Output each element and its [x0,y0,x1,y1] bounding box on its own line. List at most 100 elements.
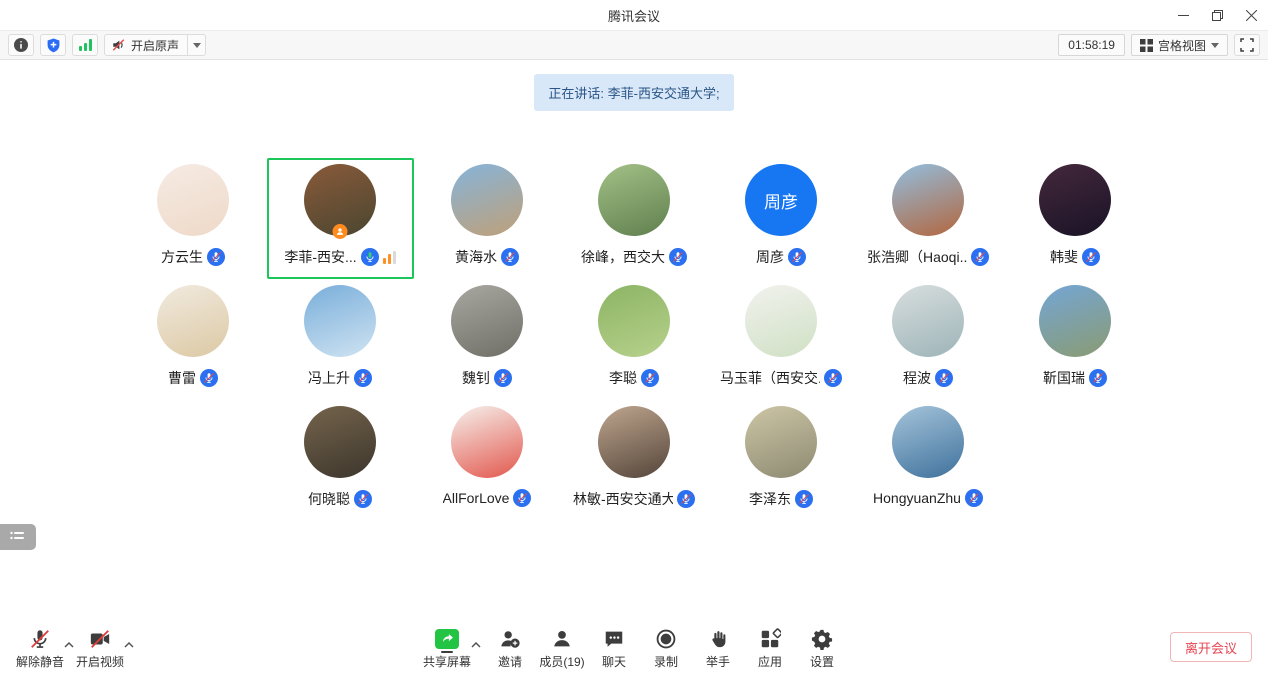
participant-name-row: 何晓聪 [308,489,372,509]
share-screen-icon [435,629,459,649]
participant-name-row: 李菲-西安... [284,247,395,267]
original-sound-dropdown[interactable] [187,35,205,55]
minimize-button[interactable] [1166,0,1200,30]
avatar [892,164,964,236]
security-shield-icon[interactable] [40,34,66,56]
bottom-toolbar-center: 共享屏幕 邀请 成员(19) 聊天 录制 举手 应用 [423,625,845,670]
bottom-toolbar-left: 解除静音 开启视频 [16,625,134,670]
toolbar-button-invite[interactable]: 邀请 [487,625,533,670]
participant-tile[interactable]: 马玉菲（西安交... [708,279,855,400]
toolbar-button-chat[interactable]: 聊天 [591,625,637,670]
original-sound-toggle[interactable]: 开启原声 [105,35,187,55]
list-icon [10,531,26,543]
mic-muted-icon[interactable] [788,248,806,266]
mic-muted-icon[interactable] [354,369,372,387]
toolbar-label: 开启视频 [76,653,124,670]
participant-tile[interactable]: 李聪 [561,279,708,400]
participant-name-row: 周彦 [756,247,806,267]
mic-muted-icon[interactable] [494,369,512,387]
toolbar-button-settings[interactable]: 设置 [799,625,845,670]
mic-muted-icon[interactable] [795,490,813,508]
participant-name: HongyuanZhu [873,490,961,506]
caret-up-icon[interactable] [124,625,134,653]
mic-speaking-icon[interactable] [361,248,379,266]
participant-name: 徐峰，西交大 [581,247,665,267]
participant-name: 冯上升 [308,368,350,388]
participant-tile[interactable]: 黄海水 [414,158,561,279]
participant-tile[interactable]: 方云生 [120,158,267,279]
settings-icon [811,628,833,650]
toolbar-item-group: 解除静音 [16,625,74,670]
toolbar-label: 解除静音 [16,653,64,670]
mic-muted-icon[interactable] [935,369,953,387]
participant-tile[interactable]: 周彦 周彦 [708,158,855,279]
view-mode-button[interactable]: 宫格视图 [1131,34,1228,56]
participant-name-row: 徐峰，西交大 [581,247,687,267]
mic-muted-icon[interactable] [501,248,519,266]
participant-tile[interactable]: AllForLove [414,400,561,521]
toolbar-button-record[interactable]: 录制 [643,625,689,670]
leave-meeting-button[interactable]: 离开会议 [1170,632,1252,662]
participant-name: AllForLove [443,490,510,506]
caret-up-icon[interactable] [471,625,481,653]
top-toolbar: 开启原声 01:58:19 宫格视图 [0,30,1268,60]
participant-tile[interactable]: 程波 [855,279,1002,400]
toolbar-item-group: 设置 [799,625,845,670]
speaking-banner: 正在讲话: 李菲-西安交通大学; [534,74,733,111]
participant-tile[interactable]: 曹雷 [120,279,267,400]
fullscreen-button[interactable] [1234,34,1260,56]
avatar [157,285,229,357]
participant-name-row: 方云生 [161,247,225,267]
mic-muted-icon[interactable] [641,369,659,387]
list-panel-toggle[interactable] [0,524,36,550]
mic-muted-icon[interactable] [824,369,842,387]
participant-tile[interactable]: HongyuanZhu [855,400,1002,521]
participant-tile[interactable]: 何晓聪 [267,400,414,521]
restore-button[interactable] [1200,0,1234,30]
mic-muted-icon[interactable] [971,248,989,266]
participant-name: 林敏-西安交通大... [573,489,673,509]
meeting-info-icon[interactable] [8,34,34,56]
participant-tile[interactable]: 魏钊 [414,279,561,400]
toolbar-button-cam-slash[interactable]: 开启视频 [76,625,124,670]
participant-tile[interactable]: 张浩卿（Haoqi... [855,158,1002,279]
avatar [451,406,523,478]
mic-muted-icon[interactable] [513,489,531,507]
window-title: 腾讯会议 [608,6,660,25]
mic-muted-icon[interactable] [1089,369,1107,387]
mic-muted-icon[interactable] [354,490,372,508]
toolbar-button-share[interactable]: 共享屏幕 [423,625,471,670]
participant-tile[interactable]: 徐峰，西交大 [561,158,708,279]
participant-name: 方云生 [161,247,203,267]
participant-tile[interactable]: 冯上升 [267,279,414,400]
mic-muted-icon[interactable] [207,248,225,266]
participant-tile[interactable]: 李泽东 [708,400,855,521]
participant-name: 程波 [903,368,931,388]
mic-muted-icon[interactable] [1082,248,1100,266]
participant-name: 周彦 [756,247,784,267]
toolbar-button-hand[interactable]: 举手 [695,625,741,670]
mic-muted-icon[interactable] [669,248,687,266]
toolbar-label: 共享屏幕 [423,653,471,670]
mic-muted-icon[interactable] [200,369,218,387]
apps-icon [759,628,781,650]
toolbar-label: 聊天 [602,653,626,670]
toolbar-button-apps[interactable]: 应用 [747,625,793,670]
participant-name: 黄海水 [455,247,497,267]
toolbar-label: 举手 [706,653,730,670]
network-quality-icon[interactable] [72,34,98,56]
mic-muted-icon[interactable] [965,489,983,507]
participant-name-row: 李泽东 [749,489,813,509]
participant-tile[interactable]: 韩斐 [1002,158,1149,279]
caret-up-icon[interactable] [64,625,74,653]
toolbar-button-members[interactable]: 成员(19) [539,625,585,670]
avatar-initials: 周彦 [745,164,817,236]
top-toolbar-right: 01:58:19 宫格视图 [1058,34,1260,56]
close-button[interactable] [1234,0,1268,30]
toolbar-button-mic-slash[interactable]: 解除静音 [16,625,64,670]
mic-muted-icon[interactable] [677,490,695,508]
participant-tile[interactable]: 林敏-西安交通大... [561,400,708,521]
participant-name-row: 韩斐 [1050,247,1100,267]
participant-tile[interactable]: 李菲-西安... [267,158,414,279]
participant-tile[interactable]: 靳国瑞 [1002,279,1149,400]
